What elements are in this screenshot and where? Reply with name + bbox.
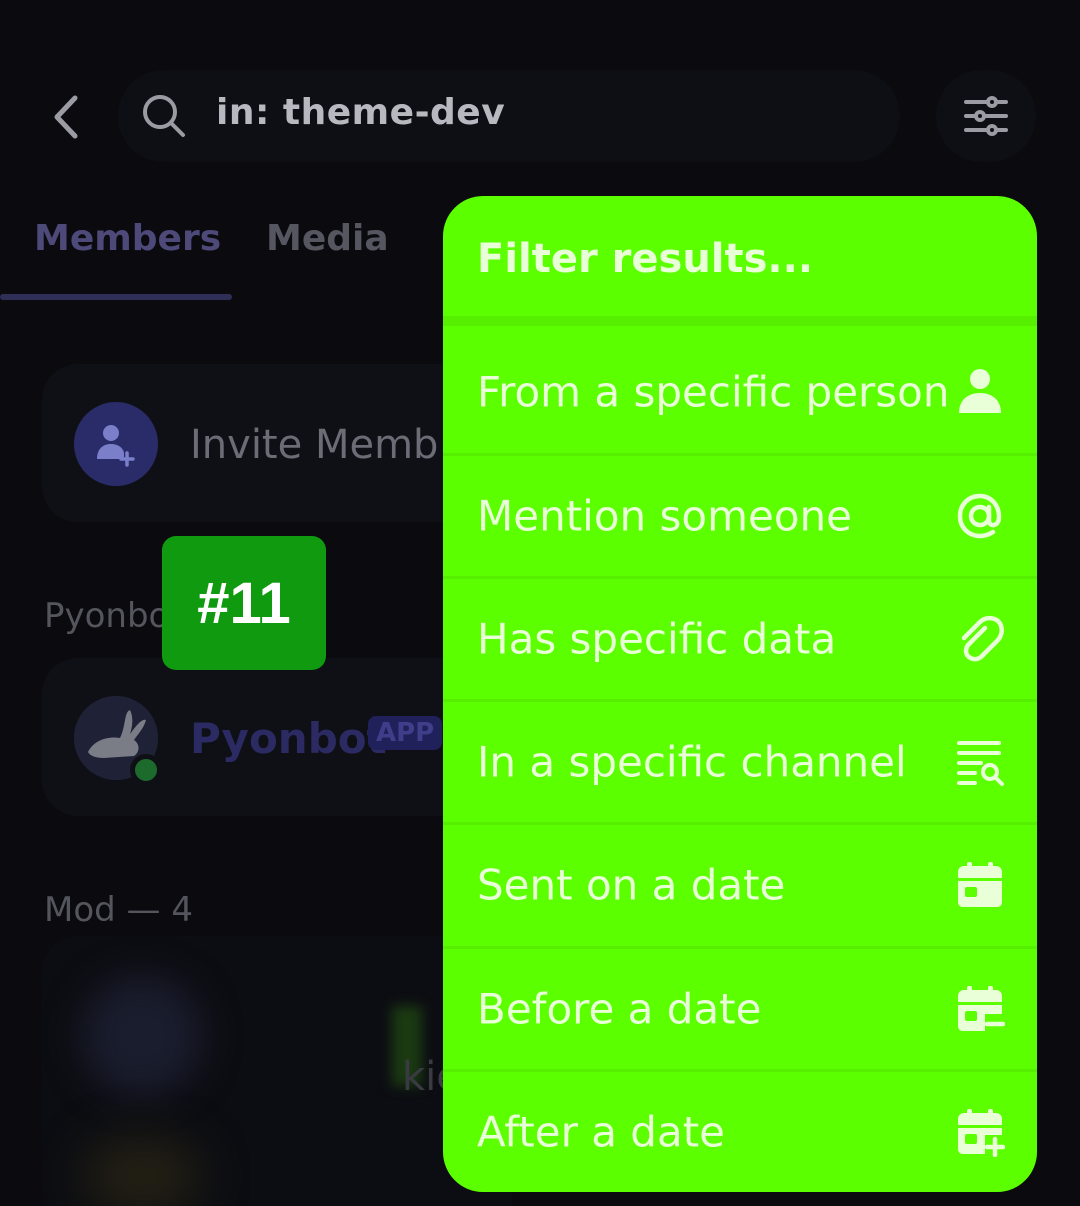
filter-option-has-data[interactable]: Has specific data xyxy=(443,577,1037,700)
filter-option-before-date[interactable]: Before a date xyxy=(443,947,1037,1070)
tab-media[interactable]: Media xyxy=(266,218,389,259)
tab-members[interactable]: Members xyxy=(34,218,221,259)
option-label: Mention someone xyxy=(477,491,852,540)
search-icon xyxy=(143,95,185,137)
back-button[interactable] xyxy=(40,92,90,142)
option-label: Before a date xyxy=(477,984,762,1033)
person-icon xyxy=(959,368,1001,413)
channel-search-icon xyxy=(957,740,1004,786)
filter-option-mention[interactable]: Mention someone xyxy=(443,454,1037,577)
calendar-icon xyxy=(958,861,1002,907)
dropdown-title: Filter results... xyxy=(477,236,814,282)
invite-avatar xyxy=(74,402,158,486)
app-badge: APP xyxy=(368,716,443,750)
filter-option-after-date[interactable]: After a date xyxy=(443,1070,1037,1192)
blurred-avatar xyxy=(82,976,202,1096)
calendar-plus-icon xyxy=(958,1108,1005,1157)
option-label: From a specific person xyxy=(477,367,950,416)
invite-members-button[interactable]: Invite Memb xyxy=(42,364,512,522)
active-tab-indicator xyxy=(0,294,232,300)
invite-label: Invite Memb xyxy=(190,422,439,468)
search-bar[interactable]: in: theme-dev xyxy=(118,70,900,162)
online-status-indicator xyxy=(130,754,162,786)
option-label: In a specific channel xyxy=(477,737,907,786)
paperclip-icon xyxy=(961,615,1004,661)
search-input[interactable]: in: theme-dev xyxy=(216,92,505,133)
option-label: After a date xyxy=(477,1107,726,1156)
filter-option-from-person[interactable]: From a specific person xyxy=(443,330,1037,453)
annotation-marker: #11 xyxy=(162,536,326,670)
member-name: Pyonbot xyxy=(190,714,387,763)
filter-button[interactable] xyxy=(936,70,1036,162)
section-header-mod: Mod — 4 xyxy=(44,890,193,930)
add-user-icon xyxy=(97,425,135,467)
filter-dropdown: Filter results... From a specific person… xyxy=(443,196,1037,1192)
filter-option-on-date[interactable]: Sent on a date xyxy=(443,823,1037,946)
blurred-avatar xyxy=(82,1136,202,1206)
option-label: Sent on a date xyxy=(477,860,786,909)
divider xyxy=(443,316,1037,326)
member-row-pyonbot[interactable]: Pyonbot APP xyxy=(42,658,512,816)
chevron-left-icon xyxy=(54,95,78,139)
filter-option-in-channel[interactable]: In a specific channel xyxy=(443,700,1037,823)
option-label: Has specific data xyxy=(477,614,837,663)
at-icon xyxy=(957,493,1002,538)
member-row-blurred[interactable]: kie xyxy=(42,936,512,1206)
sliders-icon xyxy=(964,96,1008,136)
avatar xyxy=(74,696,162,786)
calendar-minus-icon xyxy=(958,985,1005,1031)
